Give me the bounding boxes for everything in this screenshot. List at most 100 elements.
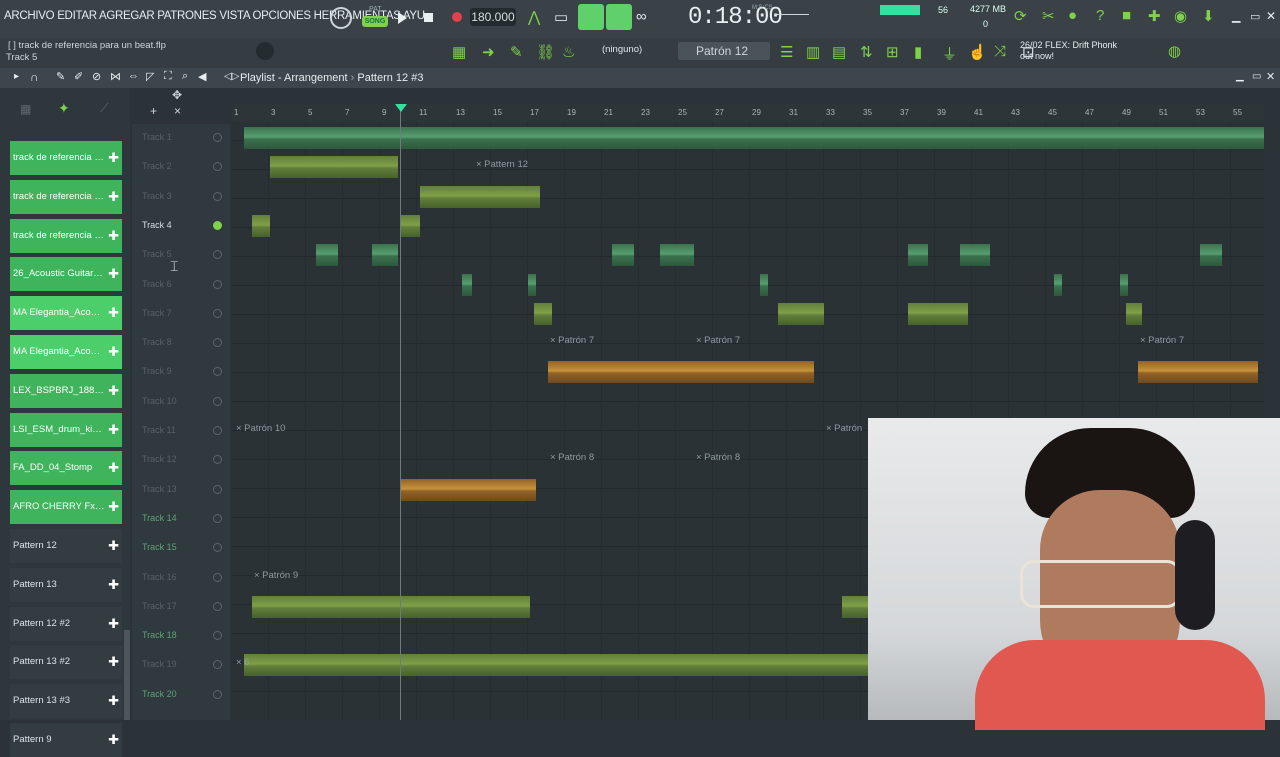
link-icon[interactable]: ⛓ (536, 43, 555, 61)
track-mute-icon[interactable] (213, 191, 222, 201)
audio-clip[interactable] (1120, 273, 1128, 296)
playlist-close-icon[interactable]: ✕ (1266, 70, 1275, 83)
track-header[interactable]: Track 10 (132, 388, 230, 417)
playhead[interactable] (400, 108, 401, 720)
picker-item[interactable]: track de referencia pa... ✚ (10, 218, 122, 253)
select-tool-icon[interactable]: ⛶ (164, 70, 172, 83)
touch-icon[interactable]: ☝ (968, 43, 987, 61)
master-pitch-knob[interactable] (256, 42, 274, 60)
track-mute-icon[interactable] (213, 689, 222, 699)
stamp-icon[interactable]: ♨ (562, 43, 575, 61)
audio-clip[interactable] (372, 244, 398, 267)
playlist-menu-icon[interactable]: ▸ (14, 71, 19, 82)
wait-icon[interactable]: ▭ (554, 8, 568, 26)
audio-clip[interactable] (400, 214, 420, 237)
audio-clip[interactable] (1126, 302, 1142, 325)
track-header[interactable]: Track 6 (132, 271, 230, 300)
sliders-icon[interactable]: ⇅ (860, 43, 873, 61)
move-handle-icon[interactable]: ✚ (108, 180, 119, 214)
audio-clip[interactable] (244, 654, 868, 677)
audio-clip[interactable] (1200, 244, 1222, 267)
minimize-icon[interactable]: ▁ (1232, 10, 1240, 23)
save-icon[interactable]: ■ (1122, 7, 1131, 24)
shuffle-icon[interactable]: ⤨ (994, 43, 1006, 60)
master-volume-slider[interactable] (775, 14, 809, 15)
pattern-selector[interactable]: Patrón 12 (678, 42, 770, 60)
playlist-icon[interactable]: ☰ (780, 43, 793, 61)
picker-item[interactable]: FA_DD_04_Stomp ✚ (10, 451, 122, 486)
track-header[interactable]: Track 7 (132, 300, 230, 329)
delete-tool-icon[interactable]: ⊘ (92, 70, 101, 83)
pattern-clip-label[interactable]: × Patrón 7 (696, 335, 740, 346)
track-header[interactable]: Track 1 (132, 124, 230, 153)
track-mute-icon[interactable] (213, 133, 222, 142)
mute-tool-icon[interactable]: ⋈ (110, 70, 121, 83)
track-mute-icon[interactable] (213, 396, 222, 406)
audio-clip[interactable] (252, 595, 530, 618)
move-handle-icon[interactable]: ✚ (108, 141, 119, 175)
pattern-clip-label[interactable]: × Patrón 10 (236, 423, 285, 434)
audio-clip[interactable] (316, 244, 338, 267)
audio-clip[interactable] (548, 361, 814, 384)
cut-icon[interactable]: ✂ (1042, 7, 1055, 25)
pattern-clip-label[interactable]: × Patrón 7 (1140, 335, 1184, 346)
audio-clip[interactable] (960, 244, 990, 267)
track-header[interactable]: Track 17 (132, 593, 230, 622)
add-track-icon[interactable]: + (150, 104, 157, 118)
move-handle-icon[interactable]: ✚ (108, 296, 119, 330)
picker-item[interactable]: Pattern 13 #2 ✚ (10, 645, 122, 680)
track-header[interactable]: Track 4 (132, 212, 230, 241)
track-mute-icon[interactable] (213, 601, 222, 611)
playlist-play-icon[interactable]: ◁▷ (224, 71, 239, 82)
pattern-clip-label[interactable]: × Pattern 12 (476, 159, 528, 170)
track-header[interactable]: Track 12 (132, 446, 230, 475)
track-header[interactable]: Track 19 (132, 651, 230, 680)
picker-item[interactable]: Pattern 12 #2 ✚ (10, 606, 122, 641)
slip-tool-icon[interactable]: ⇔ (128, 70, 139, 82)
picker-item[interactable]: LEX_BSPBRJ_188_Aco...✚ (10, 373, 122, 408)
move-handle-icon[interactable]: ✚ (108, 413, 119, 447)
track-header[interactable]: Track 20 (132, 681, 230, 710)
track-header[interactable]: Track 15 (132, 534, 230, 563)
pencil-icon[interactable]: ✎ (510, 43, 523, 61)
pattern-clip-label[interactable]: × Patrón 7 (550, 335, 594, 346)
playlist-minimize-icon[interactable]: ▁ (1236, 71, 1244, 82)
playhead-marker-icon[interactable] (395, 104, 407, 112)
track-mute-icon[interactable] (213, 513, 222, 523)
countdown-button[interactable] (578, 4, 604, 30)
move-handle-icon[interactable]: ✚ (108, 451, 119, 485)
chat-icon[interactable]: ◉ (1174, 7, 1187, 25)
track-mute-icon[interactable] (213, 426, 222, 435)
picker-clip-icon[interactable]: ⟋ (100, 101, 108, 116)
track-header[interactable]: Track 9 (132, 358, 230, 387)
pattern-clip-label[interactable]: × Patrón (826, 423, 862, 434)
track-mute-icon[interactable] (213, 484, 222, 494)
loop-record-icon[interactable]: ∞ (636, 8, 647, 25)
tempo-display[interactable]: 180.000 (470, 8, 516, 26)
news-ticker[interactable]: 26/02 FLEX: Drift Phonk out now! (1020, 40, 1117, 62)
undo-icon[interactable]: ⟳ (1014, 7, 1027, 25)
picker-item[interactable]: track de referencia pa... ✚ (10, 141, 122, 175)
snap-selector[interactable]: (ninguno) (602, 44, 642, 55)
pattern-clip-label[interactable]: × Patrón 8 (550, 452, 594, 463)
close-icon[interactable]: ✕ (1266, 9, 1276, 23)
picker-item[interactable]: MA Elegantia_Acousti... ✚ (10, 296, 122, 331)
move-handle-icon[interactable]: ✚ (108, 257, 119, 291)
track-header[interactable]: Track 3 (132, 183, 230, 212)
picker-item[interactable]: Pattern 12 ✚ (10, 529, 122, 563)
playlist-maximize-icon[interactable]: ▭ (1252, 71, 1261, 82)
picker-mode-icon[interactable]: ▦ (20, 102, 31, 116)
picker-item[interactable]: Pattern 13 ✚ (10, 567, 122, 602)
picker-item[interactable]: track de referencia pa... ✚ (10, 179, 122, 214)
pat-song-toggle[interactable]: PAT SONG (362, 6, 390, 30)
audio-clip[interactable] (534, 302, 552, 325)
browser-icon[interactable]: ⊞ (886, 43, 899, 61)
audio-clip[interactable] (270, 156, 398, 179)
track-header[interactable]: Track 2 (132, 153, 230, 182)
audio-clip[interactable] (760, 273, 768, 296)
picker-item[interactable]: Pattern 13 #3 ✚ (10, 684, 122, 719)
track-header[interactable]: Track 14 (132, 505, 230, 534)
track-header[interactable]: Track 16 (132, 564, 230, 593)
plugin-db-icon[interactable]: ▮ (914, 43, 922, 61)
move-handle-icon[interactable]: ✚ (108, 529, 119, 563)
